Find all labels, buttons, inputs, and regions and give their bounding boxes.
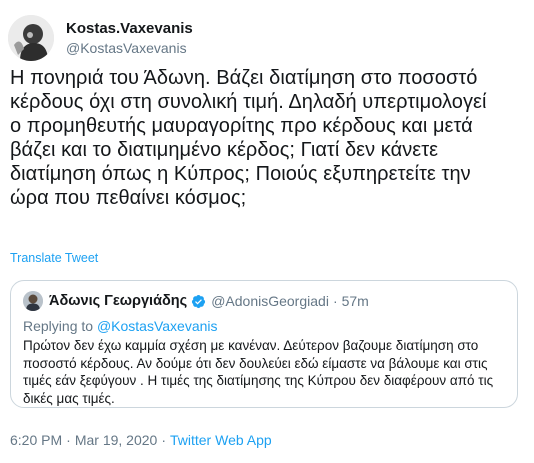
- tweet-card: Kostas.Vaxevanis @KostasVaxevanis Η πονη…: [0, 0, 534, 463]
- quoted-separator: ·: [332, 293, 338, 309]
- tweet-header: Kostas.Vaxevanis @KostasVaxevanis: [8, 14, 193, 62]
- quoted-timestamp: 57m: [341, 293, 369, 309]
- tweet-time[interactable]: 6:20 PM: [10, 432, 62, 448]
- translate-tweet-link[interactable]: Translate Tweet: [10, 251, 98, 265]
- footer-separator-2: ·: [161, 432, 166, 448]
- tweet-footer: 6:20 PM · Mar 19, 2020 · Twitter Web App: [10, 432, 272, 448]
- quoted-tweet-header: Άδωνις Γεωργιάδης @AdonisGeorgiadi · 57m: [23, 291, 505, 311]
- tweet-text: Η πονηριά του Άδωνη. Βάζει διατίμηση στο…: [10, 67, 487, 209]
- quoted-avatar-icon: [23, 291, 43, 311]
- author-avatar[interactable]: [8, 15, 54, 61]
- quoted-author-display-name: Άδωνις Γεωργιάδης: [49, 293, 188, 309]
- verified-badge-icon: [192, 294, 206, 308]
- replying-to-prefix: Replying to: [23, 318, 97, 334]
- quoted-tweet-text: Πρώτον δεν έχω καμμία σχέση με κανέναν. …: [23, 338, 494, 406]
- quoted-author-handle: @AdonisGeorgiadi: [211, 293, 329, 309]
- tweet-source-link[interactable]: Twitter Web App: [170, 432, 272, 448]
- author-display-name[interactable]: Kostas.Vaxevanis: [66, 19, 193, 39]
- tweet-date[interactable]: Mar 19, 2020: [75, 432, 158, 448]
- footer-separator-1: ·: [66, 432, 71, 448]
- author-names: Kostas.Vaxevanis @KostasVaxevanis: [66, 19, 193, 57]
- avatar-icon: [8, 15, 54, 61]
- quoted-tweet[interactable]: Άδωνις Γεωργιάδης @AdonisGeorgiadi · 57m…: [10, 280, 518, 408]
- quoted-author-avatar: [23, 291, 43, 311]
- replying-to-mention[interactable]: @KostasVaxevanis: [97, 318, 218, 334]
- replying-to-line: Replying to @KostasVaxevanis: [23, 317, 505, 335]
- author-handle[interactable]: @KostasVaxevanis: [66, 39, 193, 57]
